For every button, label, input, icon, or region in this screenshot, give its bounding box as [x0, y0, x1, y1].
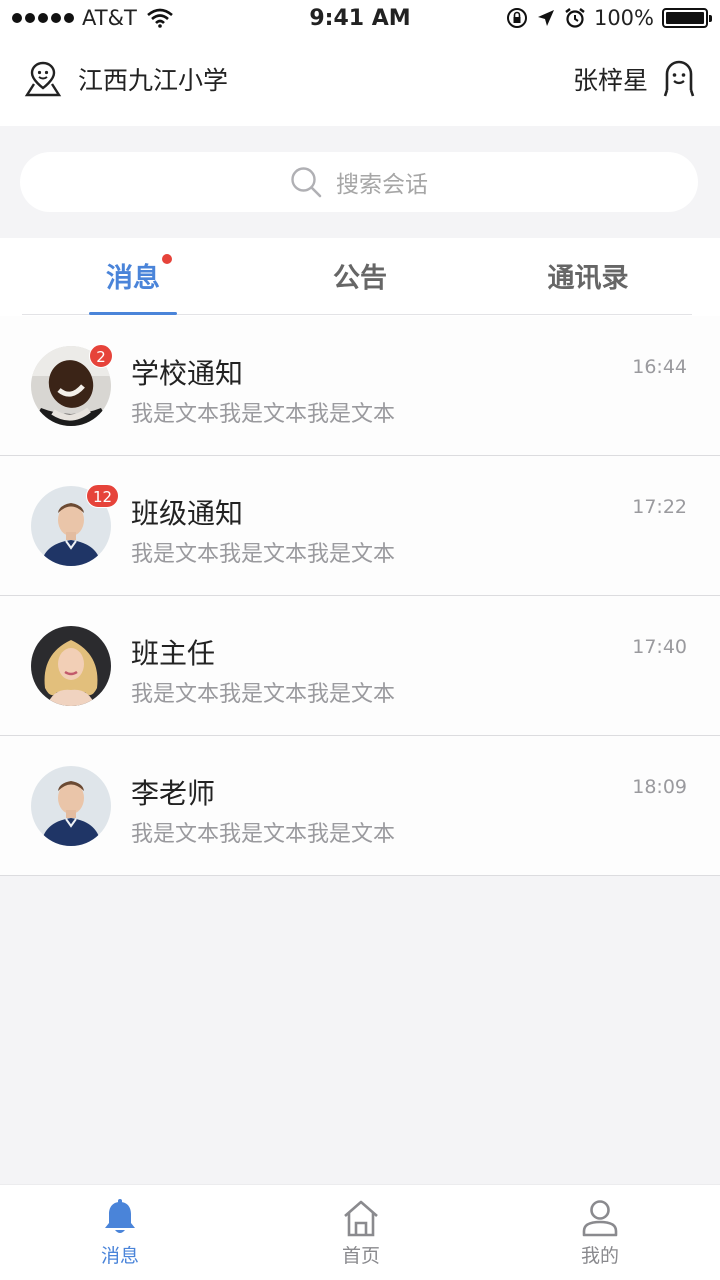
person-icon	[582, 1200, 618, 1237]
user-profile-button[interactable]: 张梓星	[573, 60, 696, 98]
tab-bar: 消息 公告 通讯录	[0, 238, 720, 316]
conversation-time: 17:22	[632, 496, 687, 518]
conversation-row[interactable]: 班主任 我是文本我是文本我是文本 17:40	[0, 596, 720, 736]
tab-announcements[interactable]: 公告	[316, 256, 404, 295]
blonde-woman-avatar-image	[31, 626, 111, 706]
conversation-title: 班主任	[131, 637, 216, 670]
battery-percent: 100%	[593, 6, 654, 30]
school-selector[interactable]: 江西九江小学	[24, 60, 228, 98]
search-icon	[291, 167, 322, 198]
conversation-time: 17:40	[632, 636, 687, 658]
unread-badge: 12	[86, 484, 120, 508]
search-input[interactable]: 搜索会话	[20, 152, 698, 212]
home-icon	[344, 1200, 378, 1237]
conversation-preview: 我是文本我是文本我是文本	[131, 682, 396, 707]
alarm-icon	[565, 8, 585, 28]
conversation-title: 李老师	[131, 777, 216, 810]
tab-active-indicator	[89, 312, 177, 315]
conversation-time: 16:44	[632, 356, 687, 378]
conversation-title: 学校通知	[131, 357, 244, 390]
rotation-lock-icon	[506, 8, 527, 28]
avatar	[31, 766, 111, 846]
nav-messages[interactable]: 消息	[60, 1199, 180, 1268]
young-man-blue-shirt-avatar-image	[31, 766, 111, 846]
conversation-row[interactable]: 李老师 我是文本我是文本我是文本 18:09	[0, 736, 720, 876]
avatar	[31, 626, 111, 706]
bell-icon	[105, 1199, 135, 1233]
conversation-list: 2 学校通知 我是文本我是文本我是文本 16:44 12 班级通知 我是文本我是…	[0, 316, 720, 876]
conversation-preview: 我是文本我是文本我是文本	[131, 822, 396, 847]
app-header: 江西九江小学 张梓星	[0, 40, 720, 126]
conversation-preview: 我是文本我是文本我是文本	[131, 542, 396, 567]
school-location-icon	[24, 61, 62, 97]
conversation-time: 18:09	[632, 776, 687, 798]
nav-profile[interactable]: 我的	[540, 1199, 660, 1268]
location-arrow-icon	[537, 10, 554, 26]
user-name: 张梓星	[572, 66, 648, 95]
nav-home-label: 首页	[341, 1245, 380, 1267]
conversation-title: 班级通知	[131, 497, 244, 530]
school-name: 江西九江小学	[78, 66, 229, 95]
search-section: 搜索会话	[0, 126, 720, 238]
status-bar: AT&T 9:41 AM 100%	[0, 0, 720, 40]
tab-contacts[interactable]: 通讯录	[528, 256, 648, 295]
unread-badge: 2	[89, 344, 113, 368]
battery-icon	[662, 8, 712, 28]
nav-messages-label: 消息	[100, 1245, 139, 1267]
user-face-icon	[663, 60, 695, 97]
conversation-preview: 我是文本我是文本我是文本	[131, 402, 396, 427]
conversation-row[interactable]: 2 学校通知 我是文本我是文本我是文本 16:44	[0, 316, 720, 456]
conversation-row[interactable]: 12 班级通知 我是文本我是文本我是文本 17:22	[0, 456, 720, 596]
nav-home[interactable]: 首页	[301, 1199, 421, 1268]
nav-profile-label: 我的	[580, 1245, 619, 1267]
bottom-nav: 消息 首页 我的	[0, 1184, 720, 1280]
tab-messages-unread-dot	[162, 254, 172, 264]
search-placeholder: 搜索会话	[336, 172, 428, 198]
status-bar-right: 100%	[506, 6, 712, 30]
